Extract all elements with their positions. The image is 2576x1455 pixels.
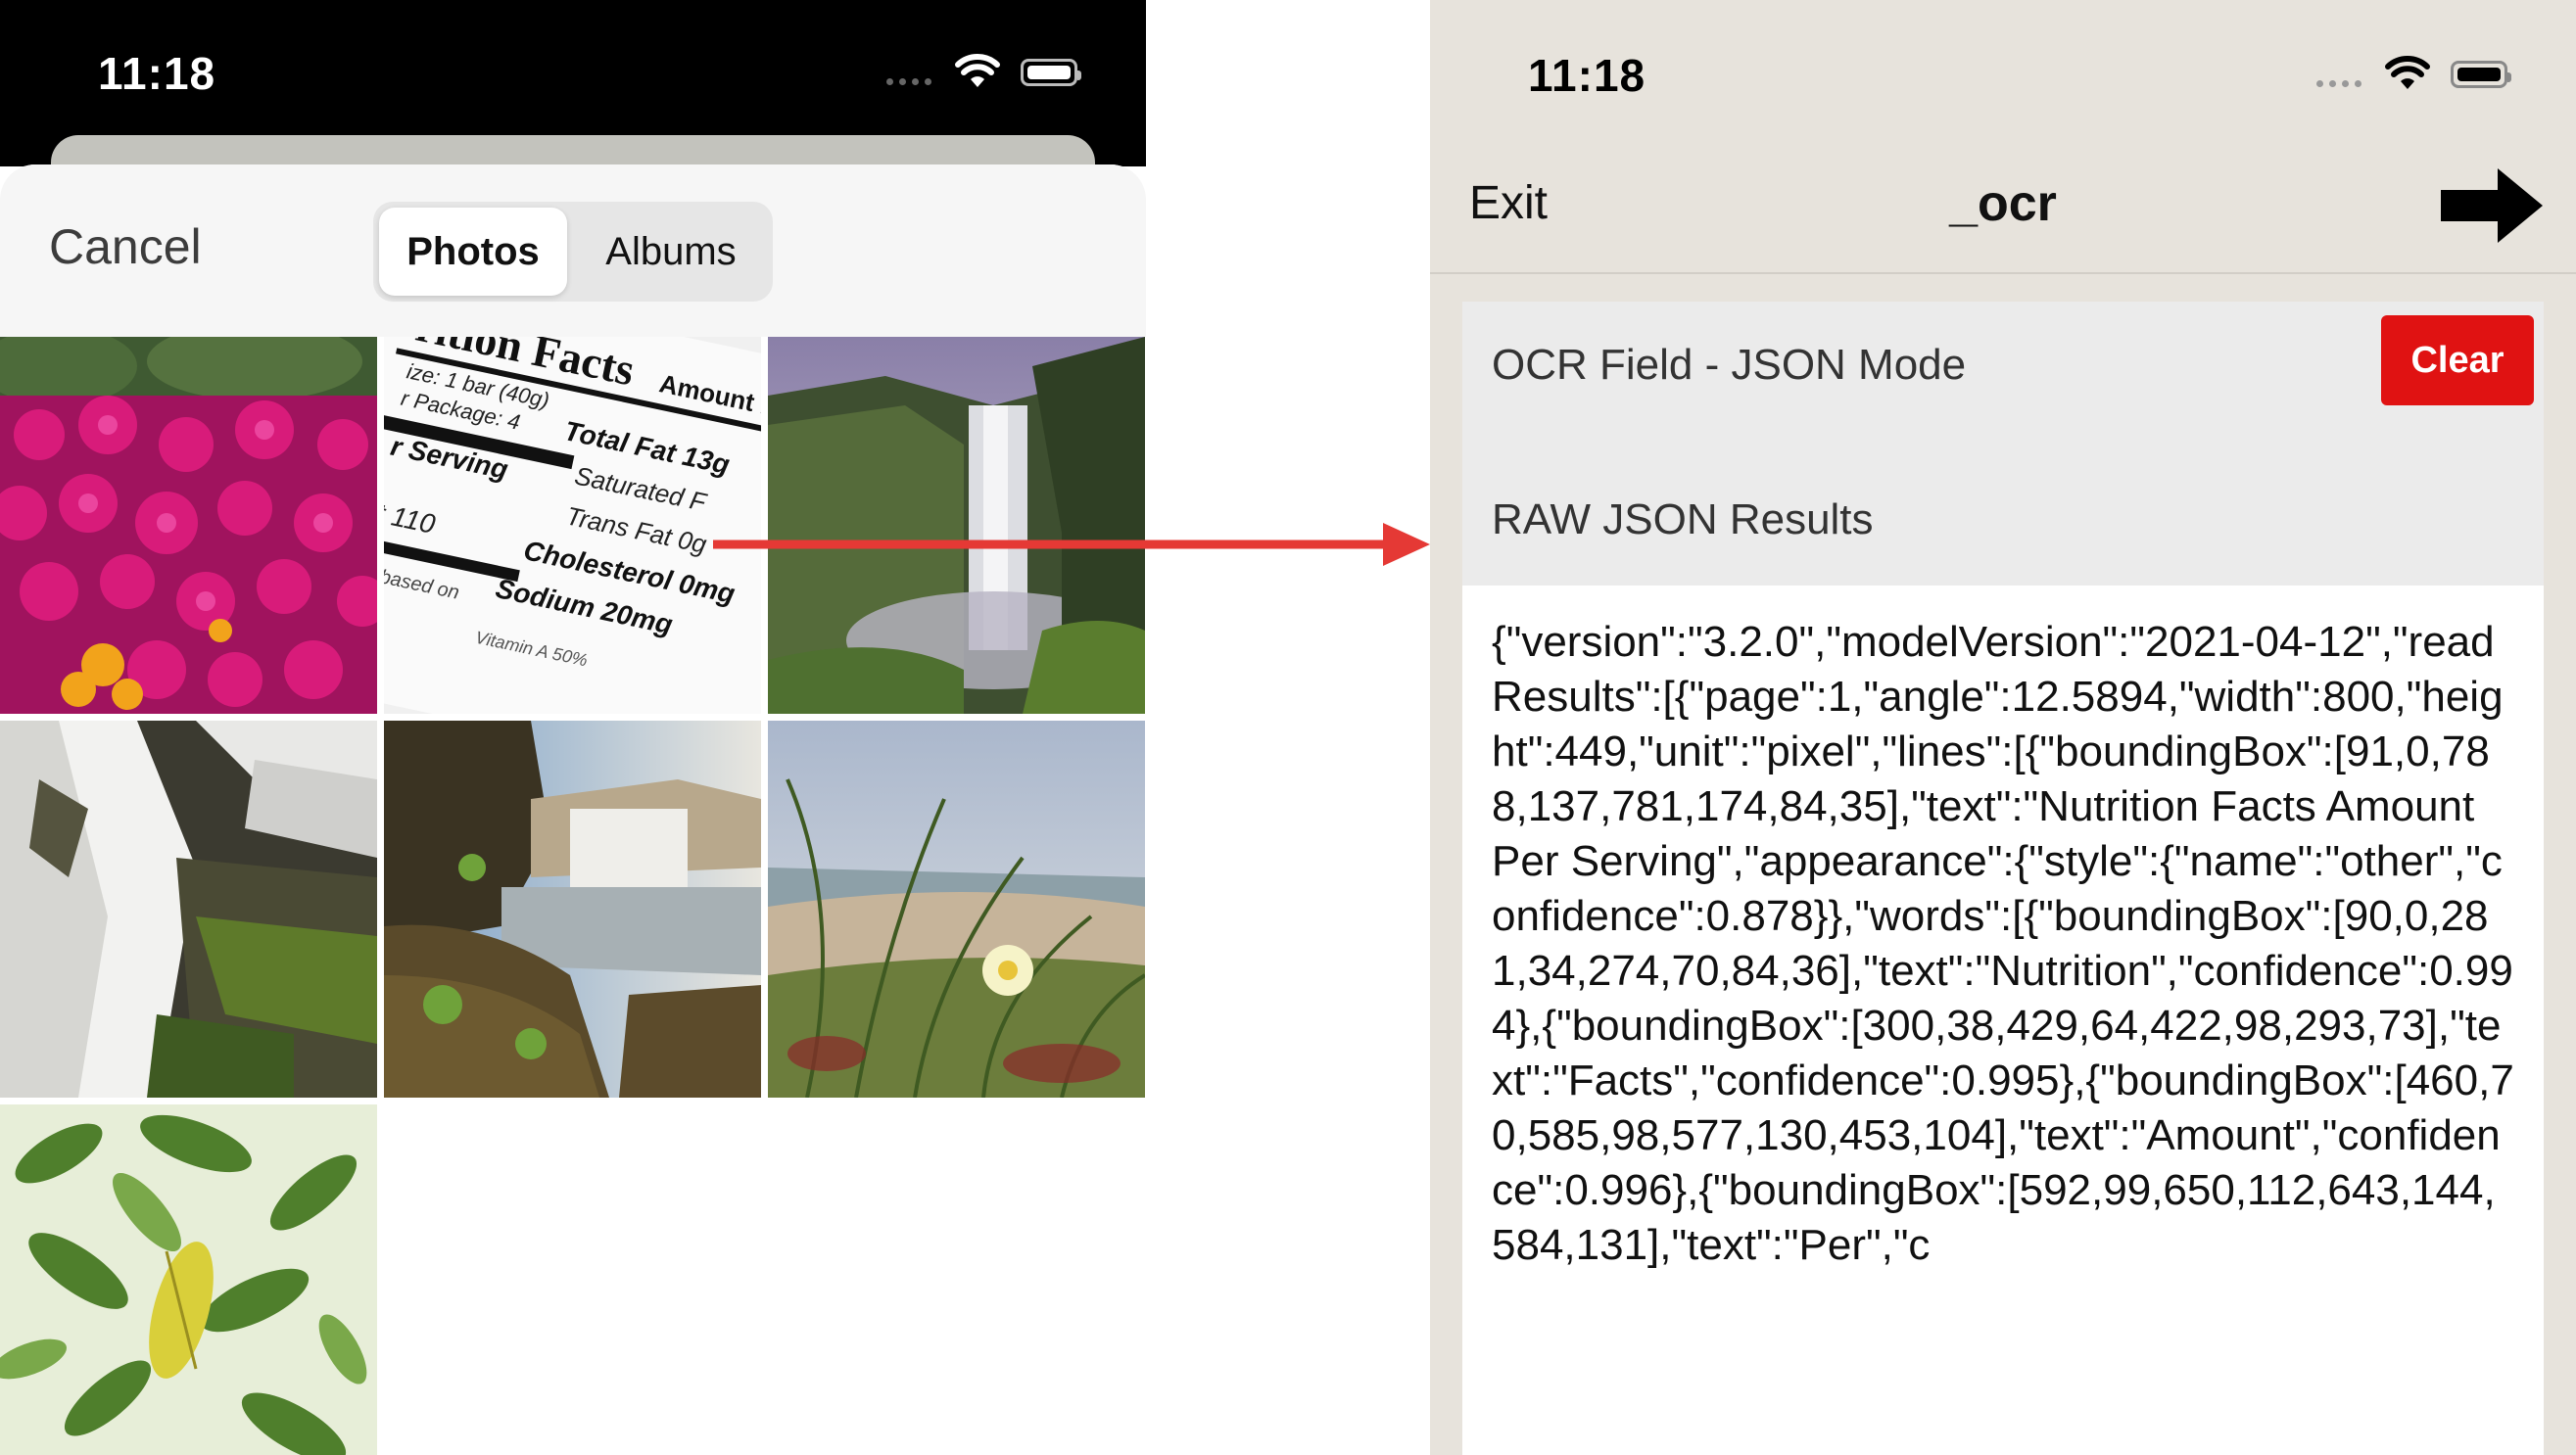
photo-thumbnail-pink-flowers[interactable] [0,337,377,714]
photo-thumbnail-waterfall-closeup[interactable] [0,721,377,1098]
photo-picker-screen: 11:18 Cancel Photos Albums rition Facts … [0,0,1146,1455]
wifi-icon [2385,56,2430,89]
raw-json-label: RAW JSON Results [1492,495,1874,543]
ocr-results-screen: 11:18 Exit _ocr OCR Field - JSON Mode Cl… [1430,0,2576,1455]
status-time: 11:18 [98,48,216,99]
picker-sheet: Cancel Photos Albums rition Facts Amount… [0,164,1146,1455]
page-title: _ocr [1949,175,2057,232]
photos-albums-segmented-control: Photos Albums [373,202,773,302]
tab-photos[interactable]: Photos [379,208,567,296]
battery-icon [2451,61,2511,88]
cellular-signal-icon [2316,80,2361,87]
ocr-field-label: OCR Field - JSON Mode [1492,341,1967,389]
clear-button[interactable]: Clear [2381,315,2534,405]
json-results-textview[interactable]: {"version":"3.2.0","modelVersion":"2021-… [1462,586,2544,1455]
picker-nav-bar: Cancel Photos Albums [0,164,1146,337]
photo-thumbnail-waterfall-cliff[interactable] [768,337,1145,714]
status-time: 11:18 [1528,50,1646,101]
photo-thumbnail-waterfall-sunlight[interactable] [384,721,761,1098]
photo-thumbnail-coastal-plants[interactable] [768,721,1145,1098]
cellular-signal-icon [886,78,931,85]
right-arrow-icon[interactable] [2439,166,2547,245]
ocr-field-panel: OCR Field - JSON Mode Clear RAW JSON Res… [1462,302,2544,586]
tab-albums[interactable]: Albums [575,208,767,296]
cancel-button[interactable]: Cancel [49,218,202,275]
wifi-icon [955,54,1000,87]
photo-thumbnail-green-leaves[interactable] [0,1104,377,1455]
json-results-text: {"version":"3.2.0","modelVersion":"2021-… [1492,618,2514,1269]
photo-thumbnail-nutrition-label[interactable]: rition Facts Amount Pe ize: 1 bar (40g) … [384,337,761,714]
navigation-header: 11:18 Exit _ocr [1430,0,2576,274]
battery-icon [1021,59,1081,86]
